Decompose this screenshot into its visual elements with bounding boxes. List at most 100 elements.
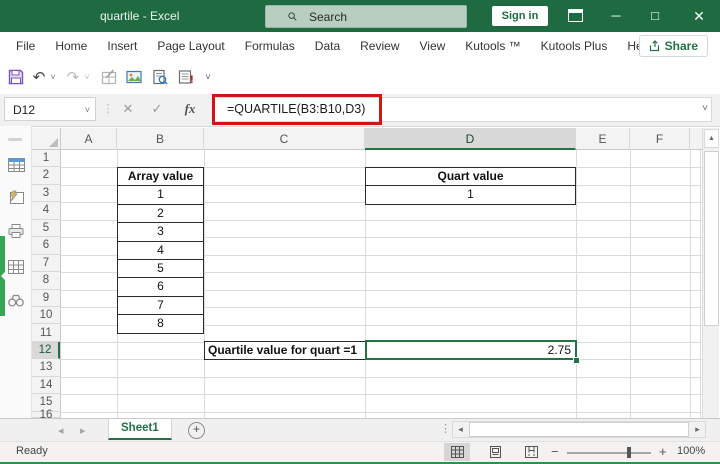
find-pane-button[interactable] — [6, 291, 26, 309]
ribbon-tab-formulas[interactable]: Formulas — [235, 32, 305, 60]
search-box[interactable] — [265, 5, 467, 28]
scroll-up-icon[interactable]: ▲ — [704, 129, 719, 148]
zoom-slider-thumb[interactable] — [627, 447, 631, 458]
row-header-9[interactable]: 9 — [32, 290, 60, 307]
redo-dropdown-icon[interactable]: ˅ — [82, 60, 92, 94]
navigation-pane-button[interactable] — [6, 188, 26, 206]
row-header-3[interactable]: 3 — [32, 185, 60, 202]
array-value-cell-b7[interactable]: 5 — [118, 259, 203, 277]
ribbon-tab-home[interactable]: Home — [45, 32, 97, 60]
column-header-c[interactable]: C — [204, 128, 365, 150]
ribbon-tab-view[interactable]: View — [410, 32, 456, 60]
quart-value-table[interactable]: Quart value 1 — [365, 167, 576, 205]
row-header-12[interactable]: 12 — [32, 342, 60, 359]
row-header-16[interactable]: 16 — [32, 412, 60, 418]
redo-button[interactable]: ↷ — [64, 60, 82, 94]
array-value-cell-b6[interactable]: 4 — [118, 241, 203, 259]
formula-bar-splitter-icon[interactable]: ⋮ — [98, 97, 118, 121]
scroll-left-icon[interactable]: ◂ — [453, 422, 468, 437]
worksheets-pane-button[interactable] — [6, 156, 26, 174]
ribbon-tab-kutools[interactable]: Kutools ™ — [455, 32, 530, 60]
maximize-button[interactable]: □ — [640, 0, 670, 32]
row-header-4[interactable]: 4 — [32, 202, 60, 219]
insert-picture-button[interactable] — [123, 60, 145, 94]
row-header-8[interactable]: 8 — [32, 272, 60, 289]
sidebar-handle[interactable] — [8, 138, 22, 141]
undo-button[interactable]: ↶ — [30, 60, 48, 94]
next-sheet-icon[interactable]: ▸ — [80, 424, 86, 437]
column-header-a[interactable]: A — [61, 128, 117, 150]
column-header-e[interactable]: E — [576, 128, 630, 150]
column-header-b[interactable]: B — [117, 128, 204, 150]
page-break-preview-button[interactable] — [518, 443, 544, 461]
quart-value-header-cell[interactable]: Quart value — [366, 168, 575, 185]
tab-splitter-icon[interactable]: ⋮ — [440, 422, 451, 435]
row-header-7[interactable]: 7 — [32, 255, 60, 272]
name-box-dropdown-icon[interactable]: ˅ — [85, 98, 90, 122]
array-value-header-cell[interactable]: Array value — [118, 168, 203, 185]
row-header-10[interactable]: 10 — [32, 307, 60, 324]
scroll-right-icon[interactable]: ▸ — [690, 422, 705, 437]
array-value-cell-b4[interactable]: 2 — [118, 204, 203, 222]
zoom-in-button[interactable]: + — [659, 444, 667, 459]
print-pane-button[interactable] — [6, 222, 26, 240]
row-header-14[interactable]: 14 — [32, 377, 60, 394]
name-box[interactable]: D12 ˅ — [4, 97, 96, 121]
draw-table-button[interactable] — [98, 60, 120, 94]
undo-dropdown-icon[interactable]: ˅ — [48, 60, 58, 94]
search-input[interactable] — [307, 9, 466, 25]
array-value-cell-b9[interactable]: 7 — [118, 296, 203, 314]
formula-input[interactable]: =QUARTILE(B3:B10,D3) — [212, 97, 712, 122]
collapsed-pane-toggle[interactable] — [0, 236, 5, 316]
grid-pane-button[interactable] — [6, 258, 26, 276]
horizontal-scrollbar-thumb[interactable] — [469, 422, 689, 437]
previous-sheet-icon[interactable]: ◂ — [58, 424, 64, 437]
row-header-1[interactable]: 1 — [32, 150, 60, 167]
zoom-slider-track[interactable] — [567, 452, 651, 454]
vertical-scrollbar-thumb[interactable] — [704, 151, 719, 326]
ribbon-tab-insert[interactable]: Insert — [97, 32, 147, 60]
select-all-button[interactable] — [32, 128, 61, 150]
expand-formula-bar-icon[interactable]: ˅ — [702, 103, 708, 114]
vertical-scrollbar[interactable]: ▲ — [702, 128, 719, 418]
new-sheet-button[interactable]: + — [188, 422, 205, 439]
ribbon-tab-kutools-plus[interactable]: Kutools Plus — [531, 32, 618, 60]
horizontal-scrollbar[interactable]: ◂ ▸ — [452, 421, 706, 438]
minimize-button[interactable]: ─ — [601, 0, 631, 32]
array-value-cell-b8[interactable]: 6 — [118, 277, 203, 295]
array-value-table[interactable]: Array value12345678 — [117, 167, 204, 334]
normal-view-button[interactable] — [444, 443, 470, 461]
ribbon-tab-data[interactable]: Data — [305, 32, 350, 60]
save-button[interactable] — [6, 60, 26, 94]
fill-handle[interactable] — [573, 357, 580, 364]
selected-cell-d12[interactable]: 2.75 — [365, 340, 577, 360]
page-layout-view-button[interactable] — [482, 443, 508, 461]
zoom-out-button[interactable]: − — [551, 444, 559, 459]
customize-qat-icon[interactable]: ˅ — [202, 60, 214, 94]
enter-button[interactable]: ✓ — [147, 97, 167, 121]
share-button[interactable]: Share — [639, 35, 708, 57]
form-button[interactable]: ! — [175, 60, 197, 94]
sheet-tab-sheet1[interactable]: Sheet1 — [108, 419, 172, 440]
result-label-cell[interactable]: Quartile value for quart =1 — [204, 341, 366, 360]
row-header-2[interactable]: 2 — [32, 167, 60, 184]
ribbon-tab-page-layout[interactable]: Page Layout — [147, 32, 234, 60]
ribbon-display-options-icon[interactable] — [560, 0, 590, 32]
row-header-13[interactable]: 13 — [32, 359, 60, 376]
row-header-5[interactable]: 5 — [32, 220, 60, 237]
insert-function-button[interactable]: fx — [180, 97, 200, 121]
ribbon-tab-file[interactable]: File — [6, 32, 45, 60]
array-value-cell-b10[interactable]: 8 — [118, 314, 203, 332]
column-header-d[interactable]: D — [365, 128, 576, 150]
quart-value-cell[interactable]: 1 — [366, 185, 575, 203]
column-header-f[interactable]: F — [630, 128, 690, 150]
zoom-level[interactable]: 100% — [677, 445, 705, 457]
ribbon-tab-review[interactable]: Review — [350, 32, 409, 60]
cancel-button[interactable]: ✕ — [118, 97, 138, 121]
close-button[interactable]: ✕ — [684, 0, 714, 32]
sign-in-button[interactable]: Sign in — [492, 6, 548, 26]
array-value-cell-b3[interactable]: 1 — [118, 185, 203, 203]
row-header-6[interactable]: 6 — [32, 237, 60, 254]
array-value-cell-b5[interactable]: 3 — [118, 222, 203, 240]
row-header-11[interactable]: 11 — [32, 325, 60, 342]
